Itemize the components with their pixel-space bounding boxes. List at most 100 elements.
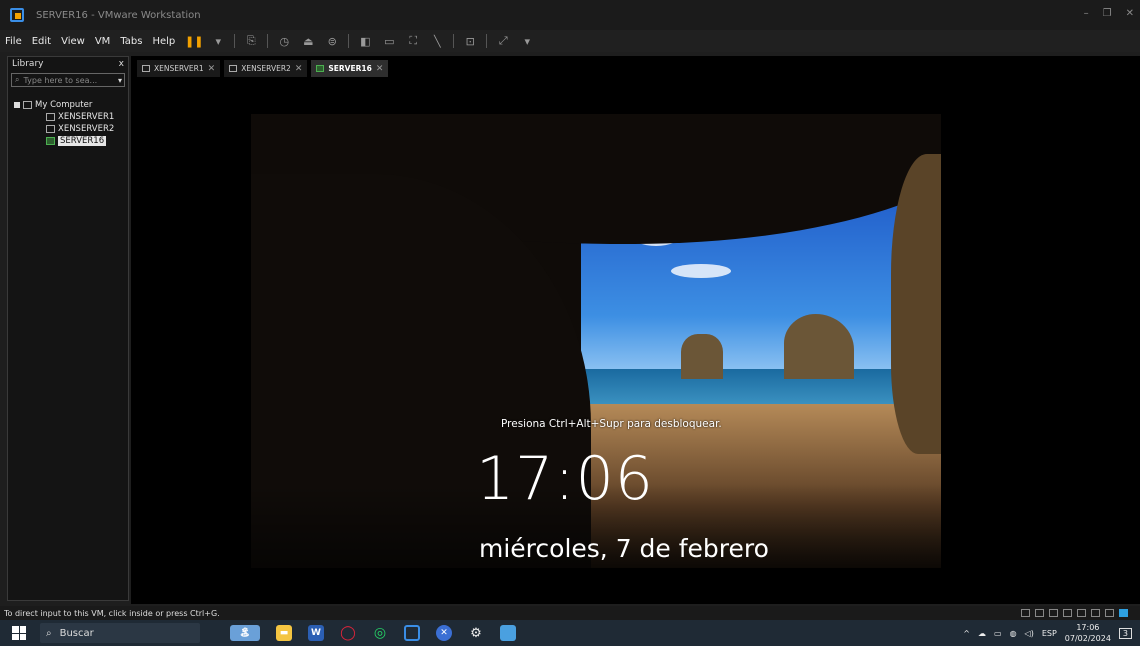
- word-icon[interactable]: W: [308, 625, 324, 641]
- menu-help[interactable]: Help: [147, 36, 180, 47]
- tab-xenserver2[interactable]: XENSERVER2 ✕: [224, 60, 308, 77]
- hard-disk-icon[interactable]: [1021, 609, 1030, 617]
- computer-icon: [23, 101, 32, 109]
- windows-start-icon[interactable]: [12, 626, 26, 640]
- tab-label: XENSERVER2: [241, 64, 291, 73]
- globe-network-icon[interactable]: ◍: [1010, 629, 1017, 638]
- taskbar-time: 17:06: [1076, 623, 1100, 632]
- onedrive-icon[interactable]: ☁: [978, 629, 986, 638]
- tab-xenserver1[interactable]: XENSERVER1 ✕: [137, 60, 221, 77]
- battery-icon[interactable]: ▭: [994, 629, 1002, 638]
- tree-label: XENSERVER1: [58, 112, 115, 122]
- library-panel: Library x ⌕ Type here to sea... ▾ My Com…: [7, 56, 129, 601]
- menu-file[interactable]: File: [0, 36, 27, 47]
- stretch-guest-icon[interactable]: ⤢: [495, 34, 511, 48]
- menu-vm[interactable]: VM: [90, 36, 115, 47]
- dropdown-arrow-icon[interactable]: ▾: [210, 34, 226, 48]
- search-dropdown-icon[interactable]: ▾: [118, 76, 122, 85]
- show-hidden-icons-icon[interactable]: ^: [963, 629, 970, 638]
- vm-icon: [229, 65, 238, 72]
- full-screen-icon[interactable]: ⛶: [405, 34, 421, 48]
- tab-close-icon[interactable]: ✕: [376, 64, 384, 74]
- menu-tabs[interactable]: Tabs: [115, 36, 147, 47]
- vm-icon: [46, 125, 55, 133]
- pause-icon[interactable]: ❚❚: [185, 34, 203, 48]
- vm-console[interactable]: XENSERVER1 ✕ XENSERVER2 ✕ SERVER16 ✕ Pre…: [131, 56, 1140, 604]
- system-tray: ^ ☁ ▭ ◍ ◁) ESP 17:06 07/02/2024 3: [963, 622, 1132, 644]
- language-indicator[interactable]: ESP: [1042, 629, 1057, 638]
- library-search-input[interactable]: ⌕ Type here to sea... ▾: [11, 73, 125, 87]
- network-adapter-icon[interactable]: [1049, 609, 1058, 617]
- vm-icon: [46, 113, 55, 121]
- notification-center-icon[interactable]: 3: [1118, 627, 1132, 639]
- opera-icon[interactable]: ◯: [340, 625, 356, 641]
- menu-view[interactable]: View: [56, 36, 90, 47]
- guest-lock-screen[interactable]: Presiona Ctrl+Alt+Supr para desbloquear.…: [251, 114, 941, 568]
- vmware-taskbar-icon[interactable]: [404, 625, 420, 641]
- printer-icon[interactable]: [1091, 609, 1100, 617]
- display-icon[interactable]: [1105, 609, 1114, 617]
- tab-server16[interactable]: SERVER16 ✕: [311, 60, 389, 77]
- status-message: To direct input to this VM, click inside…: [4, 608, 220, 618]
- wallpaper-cave-wall-right: [891, 154, 941, 454]
- tree-label: XENSERVER2: [58, 124, 115, 134]
- tree-item-my-computer[interactable]: My Computer: [8, 99, 128, 111]
- taskbar-search[interactable]: ⌕ Buscar: [40, 623, 200, 643]
- tab-label: SERVER16: [328, 64, 372, 73]
- console-view-icon[interactable]: ⊡: [462, 34, 478, 48]
- vm-tabs: XENSERVER1 ✕ XENSERVER2 ✕ SERVER16 ✕: [137, 60, 389, 77]
- remote-desktop-icon[interactable]: [500, 625, 516, 641]
- file-explorer-icon[interactable]: ▬: [276, 625, 292, 641]
- library-title: Library: [12, 59, 44, 69]
- message-log-icon[interactable]: [1119, 609, 1128, 617]
- taskbar-apps: 🏝 ▬ W ◯ ◎ ✕ ⚙: [230, 625, 516, 641]
- tree-item-xenserver1[interactable]: XENSERVER1: [8, 111, 128, 123]
- stretch-dropdown-icon[interactable]: ▾: [519, 34, 535, 48]
- lock-clock: 17:06: [476, 444, 654, 514]
- tree-label: SERVER16: [58, 136, 107, 146]
- unity-icon[interactable]: ╲: [429, 34, 445, 48]
- tab-close-icon[interactable]: ✕: [295, 64, 303, 74]
- tab-close-icon[interactable]: ✕: [208, 64, 216, 74]
- revert-snapshot-icon[interactable]: ⏏: [300, 34, 316, 48]
- volume-icon[interactable]: ◁): [1025, 629, 1034, 638]
- vm-tree: My Computer XENSERVER1 XENSERVER2 SERVER…: [8, 99, 128, 147]
- toolbar-separator: [234, 34, 236, 48]
- library-close-button[interactable]: x: [119, 59, 124, 69]
- whatsapp-icon[interactable]: ◎: [372, 625, 388, 641]
- send-ctrl-alt-del-icon[interactable]: ⎘: [243, 34, 259, 48]
- cd-dvd-icon[interactable]: [1035, 609, 1044, 617]
- task-view-highlight-icon[interactable]: 🏝: [230, 625, 260, 641]
- window-title: SERVER16 - VMware Workstation: [36, 9, 201, 21]
- unlock-hint: Presiona Ctrl+Alt+Supr para desbloquear.: [501, 418, 722, 430]
- thumbnail-bar-icon[interactable]: ▭: [381, 34, 397, 48]
- wallpaper-sea: [581, 369, 911, 409]
- tree-item-xenserver2[interactable]: XENSERVER2: [8, 123, 128, 135]
- settings-gear-icon[interactable]: ⚙: [468, 625, 484, 641]
- search-icon: ⌕: [15, 75, 20, 84]
- sound-icon[interactable]: [1077, 609, 1086, 617]
- library-search-placeholder: Type here to sea...: [23, 75, 98, 85]
- usb-icon[interactable]: [1063, 609, 1072, 617]
- vmware-logo-icon: [10, 8, 24, 22]
- maximize-button[interactable]: ❐: [1103, 8, 1112, 19]
- xencenter-icon[interactable]: ✕: [436, 625, 452, 641]
- title-bar: SERVER16 - VMware Workstation – ❐ ✕: [0, 0, 1140, 30]
- vm-running-icon: [46, 137, 55, 145]
- tab-label: XENSERVER1: [154, 64, 204, 73]
- host-taskbar: ⌕ Buscar 🏝 ▬ W ◯ ◎ ✕ ⚙ ^ ☁ ▭ ◍ ◁) ESP 17…: [0, 620, 1140, 646]
- menu-edit[interactable]: Edit: [27, 36, 56, 47]
- tree-label: My Computer: [35, 100, 93, 110]
- toolbar-separator: [453, 34, 455, 48]
- show-library-icon[interactable]: ◧: [357, 34, 373, 48]
- snapshot-manager-icon[interactable]: ⊜: [324, 34, 340, 48]
- tree-item-server16[interactable]: SERVER16: [8, 135, 128, 147]
- snapshot-icon[interactable]: ◷: [276, 34, 292, 48]
- close-button[interactable]: ✕: [1126, 8, 1134, 19]
- toolbar-separator: [267, 34, 269, 48]
- collapse-icon[interactable]: [14, 102, 20, 108]
- minimize-button[interactable]: –: [1084, 8, 1089, 19]
- taskbar-clock[interactable]: 17:06 07/02/2024: [1065, 622, 1111, 644]
- search-icon: ⌕: [46, 627, 52, 639]
- taskbar-date: 07/02/2024: [1064, 634, 1111, 643]
